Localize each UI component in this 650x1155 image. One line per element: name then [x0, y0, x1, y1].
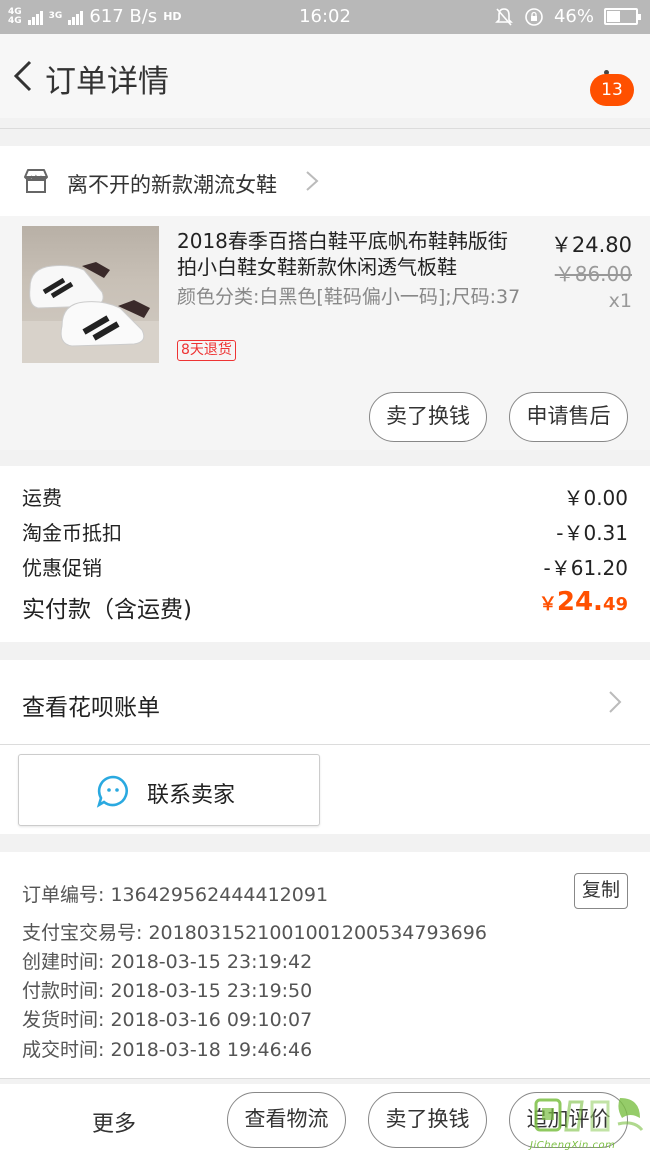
battery-percent: 46%: [553, 6, 594, 27]
product-spec: 颜色分类:白黑色[鞋码偏小一码];尺码:37: [177, 286, 521, 308]
total-amount: ￥24.49: [538, 587, 628, 617]
fee-label: 淘金币抵扣: [22, 521, 122, 545]
fee-value: -￥61.20: [543, 556, 628, 580]
product-title[interactable]: 2018春季百搭白鞋平底帆布鞋韩版街拍小白鞋女鞋新款休闲透气板鞋: [177, 228, 522, 280]
mute-bell-icon: [495, 7, 513, 26]
shop-name: 离不开的新款潮流女鞋: [67, 173, 277, 197]
refund-policy-tag: 8天退货: [177, 340, 236, 361]
fee-label: 运费: [22, 486, 62, 510]
order-item[interactable]: 2018春季百搭白鞋平底帆布鞋韩版街拍小白鞋女鞋新款休闲透气板鞋 颜色分类:白黑…: [0, 216, 650, 450]
status-bar: 4G 4G 3G 617 B/s HD 16:02 46%: [0, 0, 650, 34]
shop-icon: [24, 169, 48, 193]
product-quantity: x1: [608, 290, 632, 312]
nav-header: 订单详情 13: [0, 34, 650, 118]
total-row: 实付款（含运费) ￥24.49: [22, 587, 628, 624]
order-number: 订单编号: 136429562444412091: [22, 884, 329, 906]
fee-value: -￥0.31: [556, 521, 628, 545]
created-time: 创建时间: 2018-03-15 23:19:42: [22, 951, 313, 973]
message-count-badge: 13: [590, 74, 634, 106]
shop-link[interactable]: 离不开的新款潮流女鞋: [0, 146, 650, 216]
rotation-lock-icon: [525, 7, 543, 26]
chevron-right-icon: [306, 171, 319, 191]
page-title: 订单详情: [45, 64, 169, 100]
divider: [0, 128, 650, 129]
huabei-label: 查看花呗账单: [22, 695, 160, 721]
order-item-card: 离不开的新款潮流女鞋 2018春季百搭白鞋平底帆布鞋韩版街拍小白鞋女鞋新款休闲透…: [0, 146, 650, 450]
back-arrow-icon[interactable]: [10, 56, 38, 96]
product-image[interactable]: [22, 226, 159, 363]
watermark-text: JiChengXin.com: [530, 1140, 616, 1151]
alipay-trade-number: 支付宝交易号: 2018031521001001200534793696: [22, 922, 487, 944]
contact-seller-button[interactable]: 联系卖家: [18, 754, 320, 826]
sneaker-image: [22, 262, 159, 363]
order-info: 订单编号: 136429562444412091 复制 支付宝交易号: 2018…: [0, 852, 650, 1078]
more-button[interactable]: 更多: [92, 1106, 136, 1138]
copy-button[interactable]: 复制: [574, 873, 628, 909]
view-logistics-button[interactable]: 查看物流: [227, 1092, 346, 1148]
shipped-time: 发货时间: 2018-03-16 09:10:07: [22, 1009, 313, 1031]
fee-value: ￥0.00: [563, 486, 628, 510]
sell-used-button[interactable]: 卖了换钱: [369, 392, 487, 442]
contact-seller-label: 联系卖家: [147, 783, 236, 808]
sell-used-button[interactable]: 卖了换钱: [368, 1092, 487, 1148]
payment-summary: 运费 ￥0.00 淘金币抵扣 -￥0.31 优惠促销 -￥61.20 实付款（含…: [0, 466, 650, 642]
product-price: ￥24.80: [550, 233, 632, 257]
fee-row-shipping: 运费 ￥0.00: [22, 482, 628, 511]
huabei-bill-link[interactable]: 查看花呗账单: [0, 660, 650, 744]
original-price: ￥86.00: [554, 262, 632, 286]
fee-row-discount: 优惠促销 -￥61.20: [22, 552, 628, 581]
paid-time: 付款时间: 2018-03-15 23:19:50: [22, 980, 313, 1002]
divider: [0, 1078, 650, 1079]
completed-time: 成交时间: 2018-03-18 19:46:46: [22, 1039, 313, 1061]
chevron-right-icon: [609, 691, 622, 713]
fee-label: 优惠促销: [22, 556, 102, 580]
battery-icon: [604, 8, 641, 25]
total-label: 实付款（含运费): [22, 597, 192, 623]
after-sales-button[interactable]: 申请售后: [509, 392, 628, 442]
contact-section: 联系卖家: [0, 745, 650, 834]
fee-row-coins: 淘金币抵扣 -￥0.31: [22, 517, 628, 546]
chat-bubble-icon: [96, 775, 128, 808]
